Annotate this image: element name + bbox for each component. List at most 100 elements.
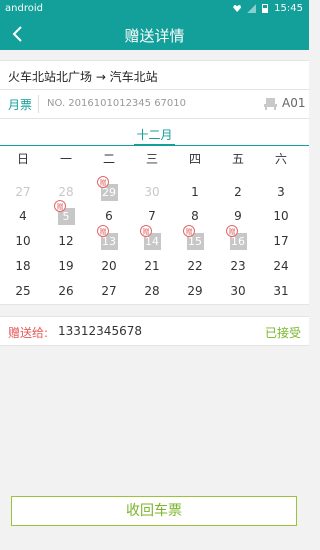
- day-number: 30: [144, 185, 160, 199]
- ticket-number: NO. 2016101012345 67010: [47, 98, 187, 109]
- calendar-day[interactable]: 31: [266, 282, 296, 300]
- day-number: 29: [187, 284, 203, 298]
- day-number: 30: [230, 284, 246, 298]
- calendar-day[interactable]: 29: [180, 282, 210, 300]
- calendar-day[interactable]: 3: [266, 183, 296, 201]
- calendar: 十二月 日一二三四五六 27 28 29 赠 30 1 2 3 4 5 赠 6 7 8 9 10 10 12 13 赠 1…: [0, 119, 309, 305]
- day-number: 7: [148, 209, 156, 223]
- day-number: 21: [144, 259, 160, 273]
- route-text: 火车北站北广场 → 汽车北站: [8, 70, 158, 84]
- calendar-day[interactable]: 12: [51, 232, 81, 250]
- calendar-day[interactable]: 17: [266, 232, 296, 250]
- calendar-day-gifted[interactable]: 16 赠: [223, 225, 253, 250]
- calendar-day[interactable]: 9: [223, 207, 253, 225]
- calendar-day[interactable]: 10: [266, 207, 296, 225]
- seat-icon: [264, 98, 277, 110]
- page-title: 赠送详情: [124, 27, 185, 45]
- seat-number: A01: [282, 96, 306, 110]
- weekday-label: 五: [231, 152, 244, 166]
- gift-badge: 赠: [140, 225, 152, 237]
- day-number: 18: [15, 259, 31, 273]
- weekday-label: 六: [274, 152, 287, 166]
- day-number: 10: [273, 209, 289, 223]
- day-number: 22: [187, 259, 203, 273]
- calendar-day[interactable]: 19: [51, 257, 81, 275]
- calendar-day[interactable]: 8: [180, 207, 210, 225]
- calendar-day[interactable]: 2: [223, 183, 253, 201]
- calendar-day[interactable]: 6: [94, 207, 124, 225]
- heart-icon: [233, 5, 242, 12]
- weekday-label: 二: [102, 152, 115, 166]
- calendar-day-gifted[interactable]: 13 赠: [94, 225, 124, 250]
- gift-badge: 赠: [97, 176, 109, 188]
- bottom-bar: 收回车票: [0, 486, 309, 550]
- day-number: 27: [15, 185, 31, 199]
- gift-badge: 赠: [183, 225, 195, 237]
- status-bar: android 15:45: [0, 0, 309, 18]
- calendar-day-gifted[interactable]: 5赠: [51, 200, 81, 225]
- day-number: 4: [19, 209, 27, 223]
- calendar-day-gifted[interactable]: 14 赠: [137, 225, 167, 250]
- calendar-day[interactable]: 22: [180, 257, 210, 275]
- calendar-day[interactable]: 28: [51, 183, 81, 201]
- weekday-label: 日: [16, 152, 29, 166]
- day-number: 19: [58, 259, 74, 273]
- calendar-day-gifted[interactable]: 15 赠: [180, 225, 210, 250]
- day-number: 31: [273, 284, 289, 298]
- calendar-day[interactable]: 24: [266, 257, 296, 275]
- accept-status: 已接受: [264, 326, 301, 340]
- battery-icon: [262, 4, 269, 13]
- calendar-day[interactable]: 30: [137, 183, 167, 201]
- calendar-day[interactable]: 20: [94, 257, 124, 275]
- title-bar: 赠送详情: [0, 18, 309, 50]
- day-number: 6: [105, 209, 113, 223]
- day-number: 10: [15, 234, 31, 248]
- weekday-label: 一: [59, 152, 72, 166]
- recipient-label: 赠送给:: [8, 326, 49, 340]
- signal-icon: [247, 4, 257, 13]
- calendar-day[interactable]: 28: [137, 282, 167, 300]
- day-number: 28: [58, 185, 74, 199]
- weekday-label: 四: [188, 152, 201, 166]
- month-title: 十二月: [0, 126, 309, 145]
- calendar-day[interactable]: 7: [137, 207, 167, 225]
- gift-badge: 赠: [54, 200, 66, 212]
- day-number: 28: [144, 284, 160, 298]
- day-number: 27: [101, 284, 117, 298]
- calendar-day[interactable]: 21: [137, 257, 167, 275]
- day-number: 1: [191, 185, 199, 199]
- day-number: 2: [234, 185, 242, 199]
- calendar-day[interactable]: 1: [180, 183, 210, 201]
- day-number: 3: [277, 185, 285, 199]
- calendar-day[interactable]: 26: [51, 282, 81, 300]
- day-number: 17: [273, 234, 289, 248]
- day-number: 20: [101, 259, 117, 273]
- day-number: 24: [273, 259, 289, 273]
- day-number: 25: [15, 284, 31, 298]
- weekday-label: 三: [145, 152, 158, 166]
- calendar-day[interactable]: 18: [8, 257, 38, 275]
- gift-badge: 赠: [97, 225, 109, 237]
- day-number: 23: [230, 259, 246, 273]
- ticket-info-row: 月票 NO. 2016101012345 67010 A01: [0, 90, 309, 119]
- carrier-label: android: [5, 3, 43, 14]
- clock: 15:45: [274, 3, 303, 14]
- recipient-phone: 13312345678: [58, 324, 142, 338]
- month-underline: [0, 145, 309, 146]
- day-number: 8: [191, 209, 199, 223]
- calendar-day[interactable]: 10: [8, 232, 38, 250]
- status-icons: 15:45: [233, 3, 303, 14]
- route-row: 火车北站北广场 → 汽车北站: [0, 60, 309, 90]
- calendar-day[interactable]: 27: [94, 282, 124, 300]
- gift-badge: 赠: [226, 225, 238, 237]
- calendar-day-gifted[interactable]: 29 赠: [94, 176, 124, 201]
- calendar-day[interactable]: 27: [8, 183, 38, 201]
- calendar-day[interactable]: 23: [223, 257, 253, 275]
- calendar-day[interactable]: 25: [8, 282, 38, 300]
- divider: [38, 95, 39, 113]
- recipient-row: 赠送给: 13312345678 已接受: [0, 316, 309, 346]
- calendar-day[interactable]: 4: [8, 207, 38, 225]
- recall-ticket-button[interactable]: 收回车票: [11, 496, 297, 526]
- day-number: 9: [234, 209, 242, 223]
- calendar-day[interactable]: 30: [223, 282, 253, 300]
